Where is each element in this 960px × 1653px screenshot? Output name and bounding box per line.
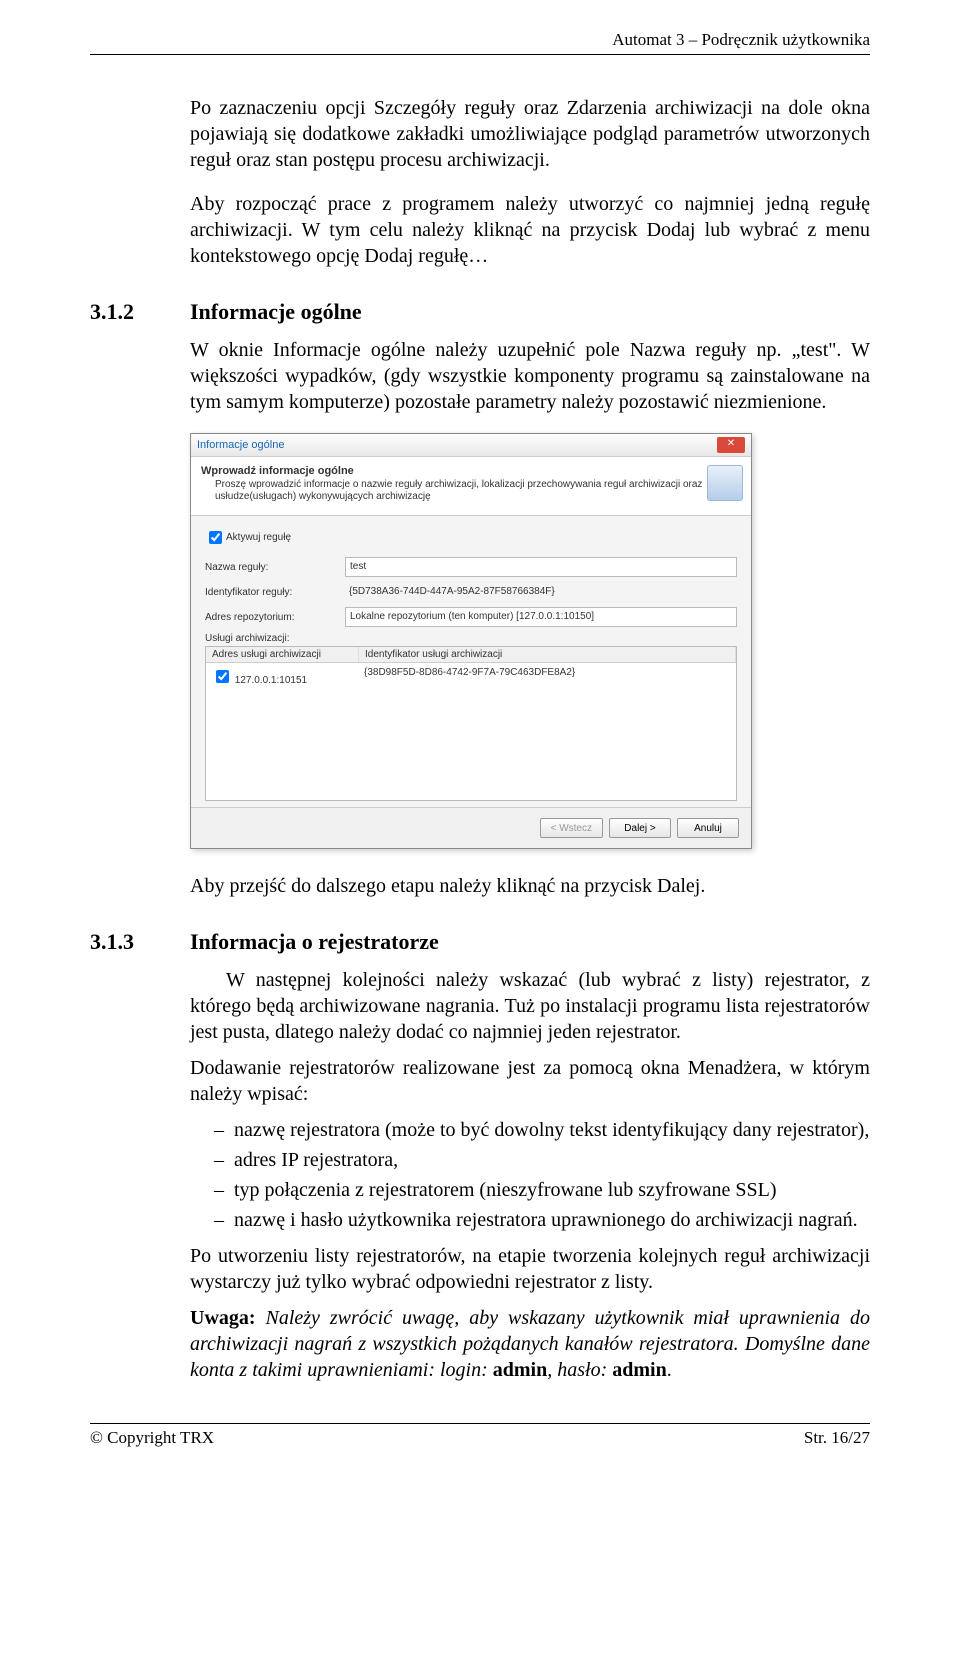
list-item: typ połączenia z rejestratorem (nieszyfr… — [214, 1177, 870, 1203]
rule-id-label: Identyfikator reguły: — [205, 587, 345, 598]
heading-3-1-3: 3.1.3Informacja o rejestratorze — [90, 929, 870, 955]
service-row-checkbox[interactable] — [216, 670, 229, 683]
list-item: adres IP rejestratora, — [214, 1147, 870, 1173]
header-rule — [90, 54, 870, 55]
sec313-p1: W następnej kolejności należy wskazać (l… — [190, 967, 870, 1045]
page-header: Automat 3 – Podręcznik użytkownika — [90, 30, 870, 54]
dialog-header-subtitle: Proszę wprowadzić informacje o nazwie re… — [201, 479, 703, 503]
sec313-content: W następnej kolejności należy wskazać (l… — [190, 967, 870, 1383]
back-button: < Wstecz — [540, 818, 603, 838]
intro-paragraph-1: Po zaznaczeniu opcji Szczegóły reguły or… — [190, 95, 870, 173]
services-table: Adres usługi archiwizacji Identyfikator … — [205, 646, 737, 801]
list-item: nazwę rejestratora (może to być dowolny … — [214, 1117, 870, 1143]
service-id: {38D98F5D-8D86-4742-9F7A-79C463DFE8A2} — [358, 665, 736, 688]
services-header-id: Identyfikator usługi archiwizacji — [359, 647, 736, 662]
sec313-note: Uwaga: Należy zwrócić uwagę, aby wskazan… — [190, 1305, 870, 1383]
dialog-informacje-ogolne: Informacje ogólne ✕ Wprowadź informacje … — [190, 433, 752, 849]
services-label: Usługi archiwizacji: — [205, 633, 737, 644]
note-label: Uwaga: — [190, 1307, 256, 1329]
repo-address-label: Adres repozytorium: — [205, 612, 345, 623]
dialog-header-title: Wprowadź informacje ogólne — [201, 465, 703, 477]
service-address: 127.0.0.1:10151 — [235, 675, 307, 686]
intro-paragraph-2: Aby rozpocząć prace z programem należy u… — [190, 191, 870, 269]
repo-address-select[interactable]: Lokalne repozytorium (ten komputer) [127… — [345, 607, 737, 627]
footer-left: © Copyright TRX — [90, 1428, 214, 1448]
activate-rule-checkbox[interactable]: Aktywuj regułę — [205, 528, 737, 547]
page-footer: © Copyright TRX Str. 16/27 — [90, 1423, 870, 1448]
cancel-button[interactable]: Anuluj — [677, 818, 739, 838]
heading-title: Informacje ogólne — [190, 299, 362, 324]
heading-number: 3.1.3 — [90, 929, 190, 955]
activate-rule-input[interactable] — [209, 531, 222, 544]
dialog-titlebar: Informacje ogólne ✕ — [191, 434, 751, 457]
dialog-buttons: < Wstecz Dalej > Anuluj — [191, 807, 751, 848]
note-haslo-label: , hasło: — [547, 1359, 612, 1381]
note-admin-login: admin — [493, 1359, 547, 1381]
sec313-p2: Dodawanie rejestratorów realizowane jest… — [190, 1055, 870, 1107]
heading-number: 3.1.2 — [90, 299, 190, 325]
heading-3-1-2: 3.1.2Informacje ogólne — [90, 299, 870, 325]
activate-rule-label: Aktywuj regułę — [226, 532, 291, 543]
services-header-address: Adres usługi archiwizacji — [206, 647, 359, 662]
list-item: nazwę i hasło użytkownika rejestratora u… — [214, 1207, 870, 1233]
note-admin-pass: admin — [612, 1359, 666, 1381]
rule-name-label: Nazwa reguły: — [205, 562, 345, 573]
heading-title: Informacja o rejestratorze — [190, 929, 439, 954]
dialog-title: Informacje ogólne — [197, 439, 284, 451]
sec312-paragraph: W oknie Informacje ogólne należy uzupełn… — [190, 337, 870, 415]
footer-right: Str. 16/27 — [804, 1428, 870, 1448]
after-dialog-paragraph: Aby przejść do dalszego etapu należy kli… — [190, 873, 870, 899]
services-row[interactable]: 127.0.0.1:10151 {38D98F5D-8D86-4742-9F7A… — [206, 663, 736, 690]
dialog-icon — [707, 465, 743, 501]
rule-id-value: {5D738A36-744D-447A-95A2-87F58766384F} — [345, 583, 737, 601]
dialog-body: Aktywuj regułę Nazwa reguły: test Identy… — [191, 516, 751, 807]
dialog-header: Wprowadź informacje ogólne Proszę wprowa… — [191, 457, 751, 516]
close-icon[interactable]: ✕ — [717, 437, 745, 453]
rule-name-input[interactable]: test — [345, 557, 737, 577]
sec313-p3: Po utworzeniu listy rejestratorów, na et… — [190, 1243, 870, 1295]
sec313-list: nazwę rejestratora (może to być dowolny … — [190, 1117, 870, 1233]
next-button[interactable]: Dalej > — [609, 818, 671, 838]
